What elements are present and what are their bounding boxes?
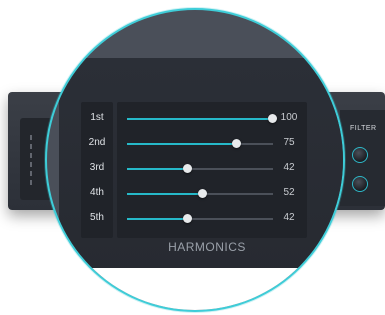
harmonic-slider-5-fill bbox=[127, 218, 188, 220]
harmonic-slider-2[interactable] bbox=[127, 139, 273, 148]
harmonic-slider-4[interactable] bbox=[127, 189, 273, 198]
harmonic-slider-3[interactable] bbox=[127, 164, 273, 173]
harmonic-slider-4-thumb[interactable] bbox=[198, 189, 207, 198]
harmonic-slider-2-thumb[interactable] bbox=[232, 139, 241, 148]
stage: FILTER 1st 2nd 3rd 4th 5th 100 75 42 52 … bbox=[0, 0, 385, 315]
filter-cutoff-knob[interactable] bbox=[352, 147, 368, 163]
harmonic-slider-3-thumb[interactable] bbox=[183, 164, 192, 173]
harmonic-value-5: 42 bbox=[283, 212, 295, 223]
harmonic-value-2: 75 bbox=[283, 137, 295, 148]
harmonic-slider-5[interactable] bbox=[127, 214, 273, 223]
harmonic-value-1: 100 bbox=[280, 112, 298, 123]
harmonic-label-3: 3rd bbox=[89, 162, 105, 173]
harmonic-slider-3-fill bbox=[127, 168, 188, 170]
harmonic-sliders: 100 75 42 52 42 bbox=[117, 102, 307, 238]
filter-resonance-knob[interactable] bbox=[352, 176, 368, 192]
harmonic-label-5: 5th bbox=[90, 212, 104, 223]
harmonic-label-2: 2nd bbox=[88, 137, 106, 148]
harmonic-value-4: 52 bbox=[283, 187, 295, 198]
harmonic-slider-1-thumb[interactable] bbox=[268, 114, 277, 123]
harmonics-title: HARMONICS bbox=[168, 240, 246, 254]
harmonic-slider-1[interactable] bbox=[127, 114, 277, 123]
harmonic-value-3: 42 bbox=[283, 162, 295, 173]
harmonic-slider-5-thumb[interactable] bbox=[183, 214, 192, 223]
left-module-ticks bbox=[30, 135, 44, 185]
harmonic-slider-2-fill bbox=[127, 143, 237, 145]
harmonic-slider-1-fill bbox=[127, 118, 273, 120]
harmonic-label-1: 1st bbox=[90, 112, 104, 123]
harmonic-label-4: 4th bbox=[90, 187, 104, 198]
harmonic-labels: 1st 2nd 3rd 4th 5th bbox=[81, 102, 113, 238]
filter-label: FILTER bbox=[350, 125, 377, 132]
harmonic-slider-4-fill bbox=[127, 193, 203, 195]
magnifier-lens: 1st 2nd 3rd 4th 5th 100 75 42 52 42 HARM… bbox=[45, 8, 345, 312]
